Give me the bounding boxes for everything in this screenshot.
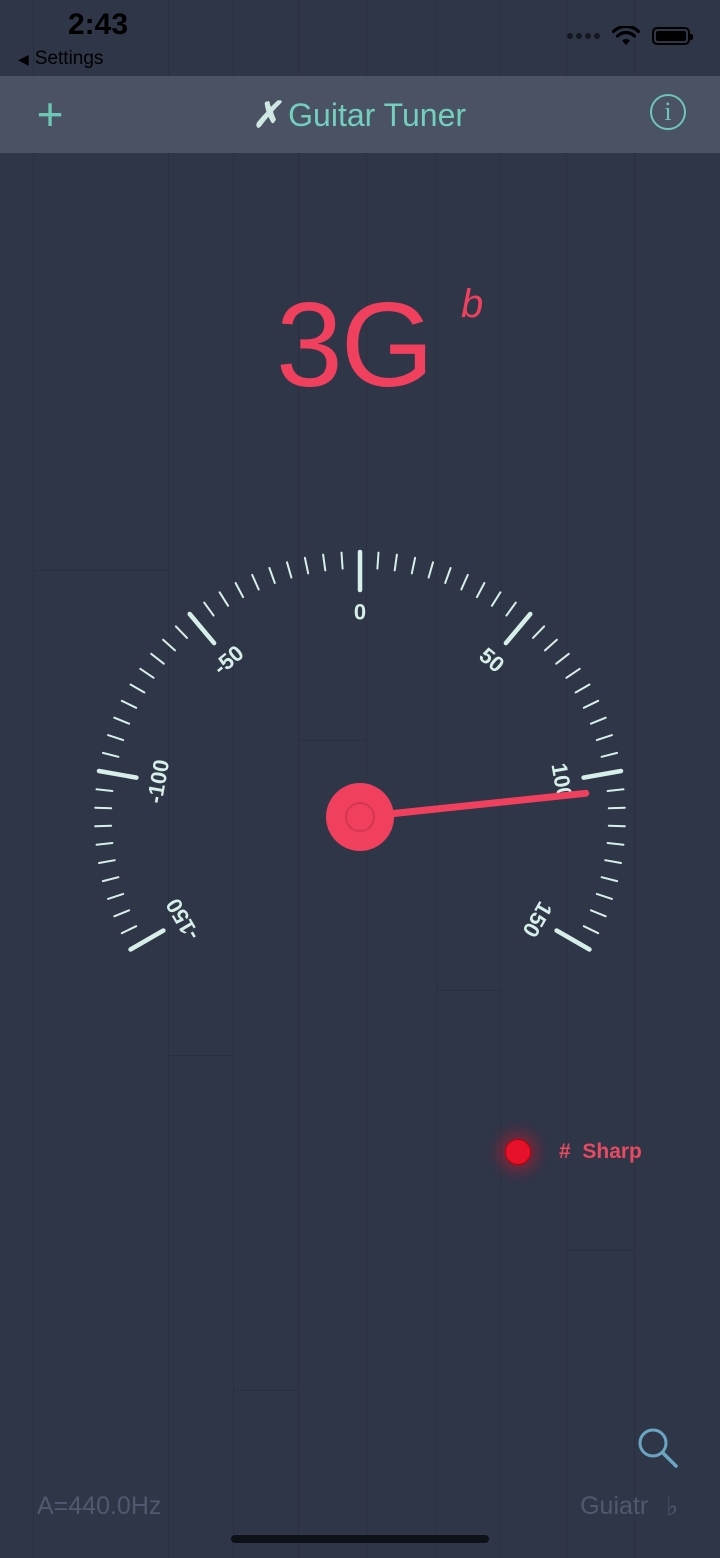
minor-tick bbox=[410, 556, 417, 575]
minor-tick bbox=[376, 551, 380, 570]
major-tick bbox=[187, 611, 217, 646]
major-tick bbox=[96, 768, 139, 780]
sharp-light bbox=[505, 1139, 531, 1165]
back-to-settings[interactable]: ◀ Settings bbox=[18, 48, 103, 70]
gauge-label: 150 bbox=[517, 897, 557, 941]
minor-tick bbox=[606, 842, 625, 846]
detected-note: 3G b bbox=[276, 276, 483, 414]
minor-tick bbox=[505, 601, 517, 617]
minor-tick bbox=[582, 699, 600, 709]
gauge-label: 50 bbox=[474, 643, 509, 678]
minor-tick bbox=[600, 876, 619, 883]
flat-icon: ♭ bbox=[666, 1493, 678, 1521]
minor-tick bbox=[113, 909, 131, 918]
system-icons bbox=[567, 26, 693, 46]
search-icon[interactable] bbox=[636, 1426, 680, 1470]
gauge-labels: -150-100-50050100150 bbox=[142, 600, 577, 945]
minor-tick bbox=[600, 751, 619, 758]
nav-bar: + ✗ Guitar Tuner i bbox=[0, 76, 720, 153]
minor-tick bbox=[101, 751, 120, 758]
wifi-icon bbox=[612, 26, 640, 45]
minor-tick bbox=[150, 652, 165, 665]
minor-tick bbox=[303, 556, 310, 575]
minor-tick bbox=[94, 824, 113, 828]
minor-tick bbox=[95, 842, 114, 846]
home-indicator bbox=[231, 1535, 489, 1543]
minor-tick bbox=[174, 625, 188, 639]
minor-tick bbox=[604, 859, 622, 864]
minor-tick bbox=[544, 638, 558, 652]
app-title-text: Guitar Tuner bbox=[288, 96, 467, 133]
minor-tick bbox=[251, 573, 260, 591]
gauge-label: -50 bbox=[208, 640, 248, 680]
gauge-needle bbox=[356, 789, 590, 821]
minor-tick bbox=[139, 667, 155, 679]
minor-tick bbox=[460, 573, 469, 591]
needle-hub bbox=[326, 783, 394, 851]
minor-tick bbox=[286, 561, 293, 579]
minor-tick bbox=[444, 567, 452, 584]
sharp-symbol: # bbox=[559, 1140, 571, 1163]
minor-tick bbox=[340, 551, 344, 570]
note-name: 3G bbox=[276, 278, 434, 412]
info-button[interactable]: i bbox=[650, 94, 686, 130]
minor-tick bbox=[565, 667, 581, 679]
minor-tick bbox=[234, 582, 245, 599]
sharp-label: # Sharp bbox=[559, 1140, 642, 1164]
minor-tick bbox=[98, 859, 116, 864]
app-title: ✗ Guitar Tuner bbox=[0, 94, 720, 136]
major-tick bbox=[581, 768, 624, 780]
minor-tick bbox=[589, 909, 607, 918]
battery-icon bbox=[652, 27, 693, 45]
minor-tick bbox=[475, 582, 486, 599]
tuning-gauge: -150-100-50050100150 bbox=[94, 549, 626, 952]
minor-tick bbox=[107, 734, 125, 742]
gauge-label: 0 bbox=[354, 600, 366, 625]
reference-frequency[interactable]: A=440.0Hz bbox=[37, 1492, 161, 1521]
minor-tick bbox=[589, 716, 607, 725]
minor-tick bbox=[101, 876, 120, 883]
minor-tick bbox=[595, 734, 613, 742]
minor-tick bbox=[268, 567, 276, 584]
minor-tick bbox=[606, 788, 625, 792]
cellular-signal-icon bbox=[567, 33, 600, 39]
back-arrow-icon: ◀ bbox=[18, 50, 29, 67]
minor-tick bbox=[490, 591, 502, 607]
sharp-indicator: # Sharp bbox=[505, 1139, 642, 1165]
major-tick bbox=[503, 611, 533, 646]
minor-tick bbox=[95, 788, 114, 792]
minor-tick bbox=[582, 925, 600, 935]
logo-x-icon: ✗ bbox=[251, 94, 288, 135]
minor-tick bbox=[107, 892, 125, 900]
status-time: 2:43 bbox=[68, 8, 129, 41]
minor-tick bbox=[574, 683, 591, 694]
minor-tick bbox=[595, 892, 613, 900]
status-bar: 2:43 ◀ Settings bbox=[0, 0, 720, 76]
major-tick bbox=[128, 928, 166, 952]
minor-tick bbox=[532, 625, 546, 639]
minor-tick bbox=[113, 716, 131, 725]
gauge-label: -150 bbox=[161, 894, 205, 945]
back-label: Settings bbox=[34, 48, 104, 69]
minor-tick bbox=[129, 683, 146, 694]
minor-tick bbox=[393, 553, 398, 572]
minor-tick bbox=[203, 601, 215, 617]
minor-tick bbox=[120, 699, 138, 709]
minor-tick bbox=[607, 824, 626, 828]
minor-tick bbox=[322, 553, 327, 572]
note-accidental: b bbox=[461, 282, 484, 326]
minor-tick bbox=[607, 806, 626, 810]
minor-tick bbox=[94, 806, 113, 810]
gauge-label: -100 bbox=[142, 758, 174, 806]
minor-tick bbox=[162, 638, 176, 652]
instrument-selector[interactable]: Guiatr ♭ bbox=[580, 1492, 678, 1522]
minor-tick bbox=[555, 652, 570, 665]
minor-tick bbox=[120, 925, 138, 935]
instrument-name: Guiatr bbox=[580, 1492, 649, 1520]
sharp-text: Sharp bbox=[582, 1140, 642, 1163]
minor-tick bbox=[427, 561, 434, 579]
minor-tick bbox=[218, 591, 230, 607]
major-tick bbox=[554, 928, 592, 952]
